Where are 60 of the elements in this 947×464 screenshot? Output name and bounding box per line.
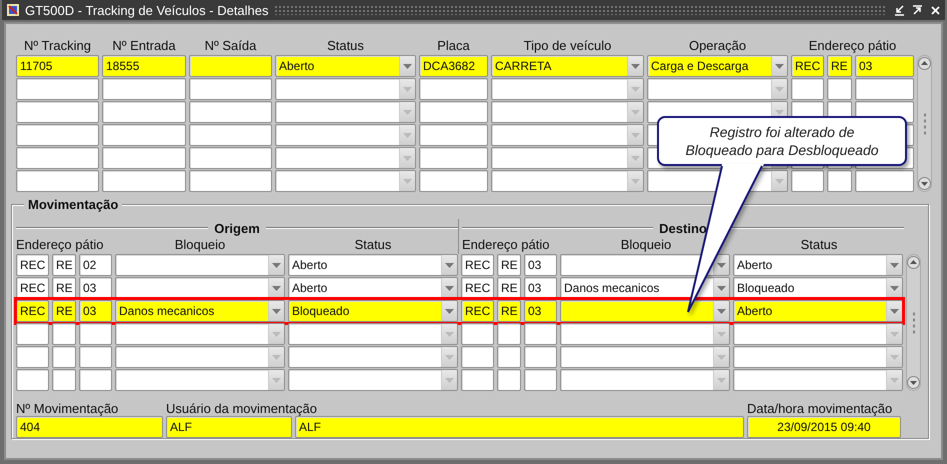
field-label: Data/hora movimentação [747, 401, 894, 416]
text-field[interactable]: ALF [295, 416, 744, 438]
column-header: Endereço pátio [462, 237, 550, 254]
column-header: Nº Entrada [111, 38, 177, 55]
text-field[interactable]: 03 [855, 55, 914, 77]
column-header: Status [326, 38, 365, 55]
column-header: Nº Tracking [23, 38, 92, 55]
callout-tooltip: Registro foi alterado de Bloqueado para Desbloqueado [657, 116, 907, 166]
dropdown-field[interactable]: Aberto [733, 300, 903, 322]
text-field[interactable]: REC [791, 55, 824, 77]
text-field[interactable]: RE [497, 254, 521, 276]
field-label: Nº Movimentação [16, 401, 120, 416]
dropdown-field[interactable]: Bloqueado [733, 277, 903, 299]
text-field[interactable]: 18555 [102, 55, 186, 77]
text-field[interactable]: REC [461, 300, 494, 322]
column-header: Placa [436, 38, 471, 55]
column-header: Bloqueio [620, 237, 672, 254]
text-field[interactable]: 03 [524, 300, 557, 322]
column-header: Nº Saída [204, 38, 258, 55]
text-field[interactable]: 11705 [16, 55, 99, 77]
text-field[interactable]: REC [16, 300, 49, 322]
text-field[interactable]: RE [827, 55, 852, 77]
text-field[interactable]: 23/09/2015 09:40 [747, 416, 901, 438]
column-header: Endereço pátio [808, 38, 898, 55]
column-header: Operação [688, 38, 748, 55]
text-field[interactable]: ALF [166, 416, 292, 438]
text-field[interactable]: REC [461, 277, 494, 299]
text-field[interactable]: RE [52, 300, 76, 322]
section-heading: Origem [214, 220, 260, 236]
text-field[interactable]: 03 [79, 300, 112, 322]
text-field[interactable]: RE [497, 277, 521, 299]
group-title: Movimentação [24, 197, 122, 212]
text-field[interactable]: RE [52, 254, 76, 276]
dropdown-field[interactable]: Aberto [733, 254, 903, 276]
column-header: Status [800, 237, 838, 254]
dropdown-field[interactable]: Aberto [288, 254, 458, 276]
dropdown-field[interactable]: Aberto [288, 277, 458, 299]
text-field[interactable]: 03 [79, 277, 112, 299]
text-field[interactable]: RE [497, 300, 521, 322]
text-field[interactable]: DCA3682 [419, 55, 488, 77]
window-title: GT500D - Tracking de Veículos - Detalhes [25, 2, 269, 18]
text-field[interactable]: REC [461, 254, 494, 276]
text-field[interactable]: 404 [16, 416, 163, 438]
dropdown-field[interactable]: Carga e Descarga [647, 55, 788, 77]
dropdown-field[interactable]: Bloqueado [288, 300, 458, 322]
dropdown-field[interactable]: Danos mecanicos [115, 300, 285, 322]
text-field[interactable]: REC [16, 277, 49, 299]
text-field[interactable]: RE [52, 277, 76, 299]
column-header: Status [354, 237, 392, 254]
text-field[interactable]: 03 [524, 277, 557, 299]
dropdown-field[interactable]: CARRETA [491, 55, 644, 77]
column-header: Tipo de veículo [522, 38, 612, 55]
text-field[interactable]: REC [16, 254, 49, 276]
column-header: Bloqueio [174, 237, 226, 254]
field-label: Usuário da movimentação [166, 401, 318, 416]
text-field[interactable]: 02 [79, 254, 112, 276]
section-heading: Destino [659, 220, 707, 236]
dropdown-field[interactable]: Aberto [275, 55, 416, 77]
text-field[interactable]: 03 [524, 254, 557, 276]
column-header: Endereço pátio [16, 237, 104, 254]
